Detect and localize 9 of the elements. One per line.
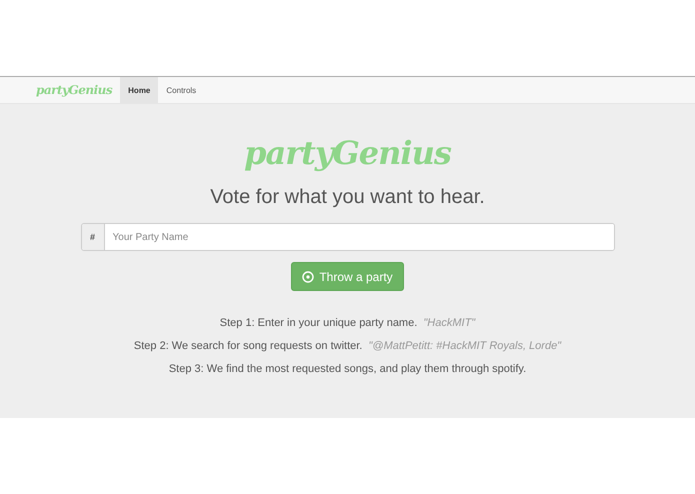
- tagline: Vote for what you want to hear.: [210, 186, 485, 209]
- step-text: Step 3: We find the most requested songs, and play them through spotify.: [168, 363, 526, 375]
- logo: partyGenius: [244, 134, 451, 172]
- step-text: Step 2: We search for song requests on twitter. "@MattPetitt: #HackMIT Royals, Lorde": [134, 340, 562, 352]
- hash-addon: #: [82, 224, 104, 250]
- party-name-field[interactable]: # Your Party Name: [80, 223, 614, 251]
- nav-tab[interactable]: Home: [120, 77, 158, 103]
- nav-tab[interactable]: Controls: [158, 77, 204, 103]
- step-text: Step 1: Enter in your unique party name. "HackMIT": [220, 317, 476, 329]
